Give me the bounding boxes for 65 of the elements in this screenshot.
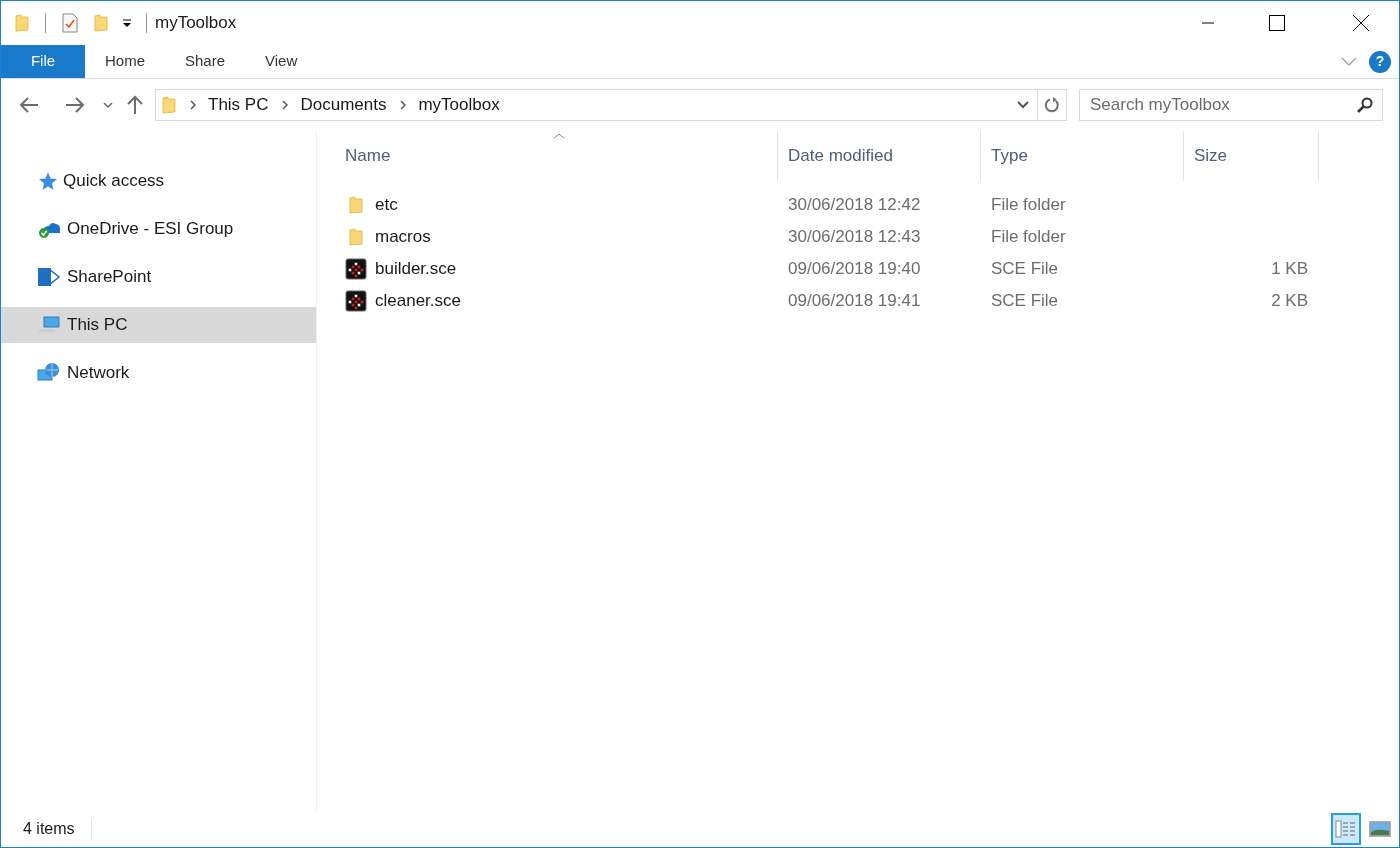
breadcrumb[interactable]: Documents <box>300 92 387 118</box>
chevron-down-icon[interactable] <box>1017 101 1029 109</box>
folder-icon <box>349 196 363 214</box>
back-arrow-icon[interactable] <box>19 97 39 113</box>
chevron-right-icon[interactable] <box>282 100 289 110</box>
file-name[interactable]: builder.sce <box>375 256 457 282</box>
network-icon <box>37 362 61 384</box>
forward-arrow-icon[interactable] <box>65 97 85 113</box>
maximize-icon <box>1269 15 1285 31</box>
new-folder-icon <box>94 14 108 32</box>
chevron-down-icon[interactable] <box>103 102 113 108</box>
table-cell-text: SCE File <box>990 258 1060 281</box>
ribbon-tab[interactable]: View <box>245 45 318 78</box>
dropdown-icon[interactable] <box>122 18 132 28</box>
chevron-right-icon[interactable] <box>190 100 196 110</box>
column-header[interactable]: Type <box>981 131 1184 181</box>
file-name[interactable]: etc <box>375 192 398 218</box>
table-cell-text: 09/06/2018 19:40 <box>787 258 922 281</box>
table-cell-text: 30/06/2018 12:42 <box>787 194 922 217</box>
details-view-button[interactable] <box>1331 813 1361 845</box>
table-cell-text: File folder <box>990 226 1067 249</box>
minimize-icon <box>1202 22 1214 24</box>
ribbon-tab[interactable]: Share <box>165 45 246 78</box>
nav-item[interactable]: OneDrive - ESI Group <box>1 211 316 247</box>
file-name[interactable]: macros <box>375 224 431 250</box>
column-header[interactable]: Size <box>1184 131 1319 181</box>
table-cell-text: SCE File <box>990 290 1060 313</box>
breadcrumb[interactable]: This PC <box>208 92 269 118</box>
address-bar[interactable]: This PC Documents myToolbox <box>155 89 1067 121</box>
star-icon <box>37 171 57 191</box>
table-cell-text: 2 KB <box>1271 290 1308 313</box>
breadcrumb[interactable]: myToolbox <box>418 92 500 118</box>
status-text: 4 items <box>23 819 75 839</box>
sharepoint-icon <box>37 265 61 289</box>
up-arrow-icon[interactable] <box>127 95 143 115</box>
nav-item[interactable]: Network <box>1 355 316 391</box>
table-cell-text: 30/06/2018 12:43 <box>787 226 922 249</box>
refresh-icon[interactable] <box>1044 97 1060 113</box>
nav-item[interactable]: SharePoint <box>1 259 316 295</box>
column-header[interactable]: Name <box>317 131 778 181</box>
table-cell-text: 09/06/2018 19:41 <box>787 290 922 313</box>
nav-item[interactable]: This PC <box>1 307 316 343</box>
close-icon <box>1353 15 1369 31</box>
help-button[interactable]: ? <box>1369 50 1391 73</box>
expand-ribbon-icon[interactable] <box>1341 56 1357 67</box>
computer-icon <box>37 315 61 335</box>
column-header[interactable]: Date modified <box>778 131 981 181</box>
folder-icon <box>162 96 176 114</box>
folder-icon <box>15 14 29 32</box>
table-cell-text: File folder <box>990 194 1067 217</box>
file-icon <box>345 290 367 312</box>
file-tab[interactable]: File <box>1 45 85 78</box>
table-cell-text: 1 KB <box>1271 258 1308 281</box>
folder-icon <box>349 228 363 246</box>
ribbon-tab[interactable]: Home <box>85 45 165 78</box>
nav-item[interactable]: Quick access <box>1 163 316 199</box>
search-icon[interactable] <box>1357 97 1373 113</box>
file-name[interactable]: cleaner.sce <box>375 288 461 314</box>
window-title: myToolbox <box>155 12 237 35</box>
chevron-right-icon[interactable] <box>400 100 407 110</box>
properties-icon[interactable] <box>62 13 78 33</box>
picture-icon <box>1369 821 1391 837</box>
file-icon <box>345 258 367 280</box>
details-icon <box>1335 820 1357 838</box>
search-field[interactable]: Search myToolbox <box>1079 89 1383 121</box>
